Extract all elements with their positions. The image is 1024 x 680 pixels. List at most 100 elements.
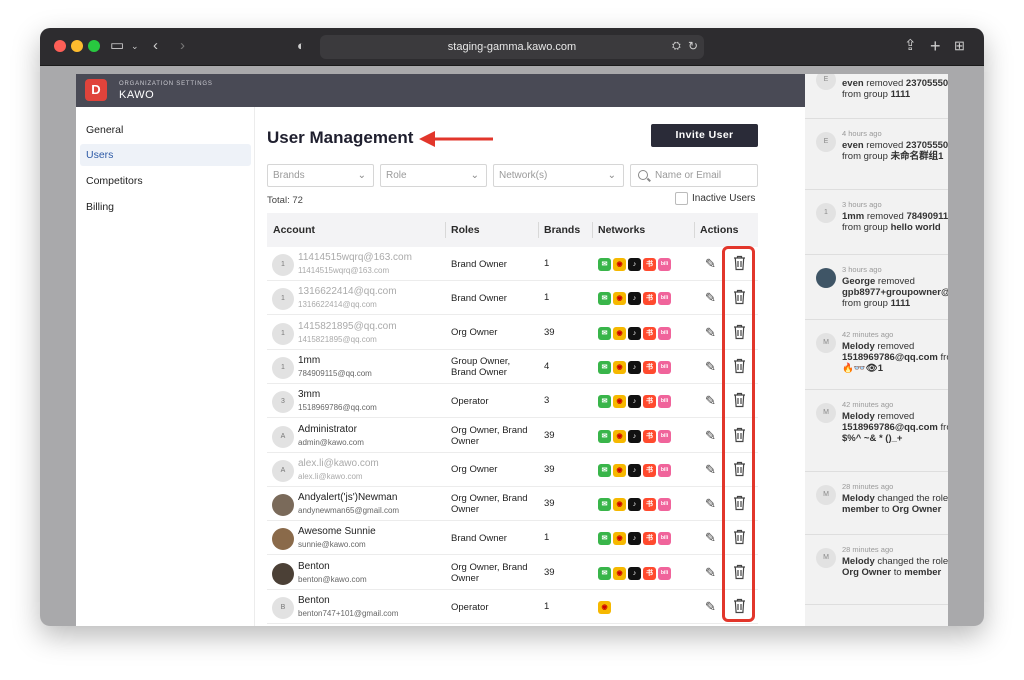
weibo-icon: ◉ bbox=[613, 395, 626, 409]
activity-time: 3 hours ago bbox=[842, 200, 882, 209]
douyin-icon: ♪ bbox=[628, 395, 641, 409]
chevron-down-icon[interactable]: ⌄ bbox=[131, 36, 139, 56]
activity-text: even removed 2370555065@qq.com from grou… bbox=[842, 140, 948, 162]
edit-icon[interactable]: ✎ bbox=[705, 325, 716, 341]
shield-icon[interactable]: ◐ bbox=[297, 36, 305, 56]
table-row: A Administrator admin@kawo.com Org Owner, B… bbox=[267, 419, 758, 453]
avatar: 1 bbox=[272, 288, 294, 311]
activity-item: M 42 minutes ago Melody removed 1518969786… bbox=[805, 390, 948, 472]
edit-icon[interactable]: ✎ bbox=[705, 290, 716, 306]
xiaohongshu-icon: 书 bbox=[643, 326, 656, 340]
weibo-icon: ◉ bbox=[613, 292, 626, 306]
brands-filter[interactable]: Brands ⌄ bbox=[267, 164, 374, 187]
wechat-icon: ✉ bbox=[598, 258, 611, 271]
wechat-icon: ✉ bbox=[598, 566, 611, 580]
chevron-down-icon: ⌄ bbox=[357, 170, 366, 181]
zoom-window-button[interactable] bbox=[88, 40, 100, 52]
activity-text: Melody removed 1518969786@qq.com from gr… bbox=[842, 341, 948, 374]
translate-icon[interactable]: ⛭ bbox=[672, 36, 681, 56]
user-brand-count: 39 bbox=[544, 429, 555, 441]
edit-icon[interactable]: ✎ bbox=[705, 599, 716, 615]
douyin-icon: ♪ bbox=[628, 532, 641, 546]
user-brand-count: 39 bbox=[544, 498, 555, 510]
table-row: Awesome Sunnie sunnie@kawo.com Brand Owner… bbox=[267, 521, 758, 556]
weibo-icon: ◉ bbox=[613, 360, 626, 374]
inactive-users-checkbox[interactable] bbox=[675, 192, 688, 205]
sidebar-item-users[interactable]: Users bbox=[80, 144, 251, 166]
avatar bbox=[272, 494, 294, 517]
user-name: 1mm bbox=[298, 354, 321, 366]
activity-item: 1 3 hours ago 1mm removed 784909115@qq.com… bbox=[805, 190, 948, 255]
xiaohongshu-icon: 书 bbox=[643, 258, 656, 271]
user-brand-count: 39 bbox=[544, 463, 555, 475]
close-window-button[interactable] bbox=[54, 40, 66, 52]
edit-icon[interactable]: ✎ bbox=[705, 462, 716, 478]
wechat-icon: ✉ bbox=[598, 292, 611, 306]
activity-time: 4 hours ago bbox=[842, 129, 882, 138]
user-email: 1316622414@qq.com bbox=[298, 300, 377, 310]
search-input[interactable]: Name or Email bbox=[630, 164, 758, 187]
share-icon[interactable]: ⇪ bbox=[904, 36, 917, 56]
column-actions: Actions bbox=[700, 224, 739, 236]
url-text: staging-gamma.kawo.com bbox=[447, 41, 577, 53]
browser-window: ▭ ⌄ ‹ › ◐ staging-gamma.kawo.com ⛭ ↻ ⇪ +… bbox=[40, 28, 984, 626]
avatar: M bbox=[816, 403, 836, 423]
user-email: benton747+101@gmail.com bbox=[298, 609, 399, 618]
activity-text: Melody removed 1518969786@qq.com from gr… bbox=[842, 411, 948, 444]
edit-icon[interactable]: ✎ bbox=[705, 530, 716, 546]
table-row: Aalex.li@kawo.com alex.li@kawo.com Org Own… bbox=[267, 453, 758, 487]
user-role: Group Owner, Brand Owner bbox=[451, 355, 511, 378]
edit-icon[interactable]: ✎ bbox=[705, 428, 716, 444]
column-brands[interactable]: Brands bbox=[544, 213, 580, 247]
networks-filter-label: Network(s) bbox=[499, 170, 548, 181]
address-bar[interactable]: staging-gamma.kawo.com bbox=[320, 35, 704, 59]
role-filter[interactable]: Role ⌄ bbox=[380, 164, 487, 187]
role-filter-label: Role bbox=[386, 170, 407, 181]
sidebar-item-competitors[interactable]: Competitors bbox=[80, 170, 251, 192]
reload-icon[interactable]: ↻ bbox=[688, 36, 698, 56]
user-brand-count: 1 bbox=[544, 601, 550, 612]
avatar: E bbox=[816, 74, 836, 90]
avatar: 1 bbox=[272, 322, 294, 345]
network-icons: ✉ ◉ ♪ 书 bili bbox=[598, 258, 671, 271]
user-name: Benton bbox=[298, 560, 330, 572]
user-brand-count: 1 bbox=[544, 532, 550, 544]
network-icons: ◉ bbox=[598, 601, 611, 614]
edit-icon[interactable]: ✎ bbox=[705, 256, 716, 272]
table-row: 1 11414515wqrq@163.com 11414515wqrq@163.co… bbox=[267, 247, 758, 281]
sidebar-item-billing[interactable]: Billing bbox=[80, 196, 251, 218]
edit-icon[interactable]: ✎ bbox=[705, 359, 716, 375]
table-row: B Benton benton747+101@gmail.com Operator 1 ◉… bbox=[267, 590, 758, 624]
activity-text: George removed gpb8977+groupowner@gmail.… bbox=[842, 276, 948, 309]
table-row: 1 1316622414@qq.com 1316622414@qq.com Brand… bbox=[267, 281, 758, 316]
invite-user-button[interactable]: Invite User bbox=[651, 124, 758, 147]
user-role: Operator bbox=[451, 395, 489, 407]
table-row: Benton benton@kawo.com Org Owner, Brand Ow… bbox=[267, 556, 758, 590]
inactive-users-toggle[interactable]: Inactive Users bbox=[675, 192, 755, 205]
minimize-window-button[interactable] bbox=[71, 40, 83, 52]
search-placeholder: Name or Email bbox=[655, 170, 722, 181]
page-backdrop: D ORGANIZATION SETTINGS KAWO ✕ General U… bbox=[40, 66, 984, 626]
activity-text: Melody changed the role of 1mm from Org … bbox=[842, 556, 948, 578]
back-icon[interactable]: ‹ bbox=[153, 36, 158, 56]
edit-icon[interactable]: ✎ bbox=[705, 393, 716, 409]
bilibili-icon: bili bbox=[658, 532, 671, 546]
column-account[interactable]: Account bbox=[273, 213, 315, 247]
sidebar-item-general[interactable]: General bbox=[80, 119, 251, 141]
column-roles[interactable]: Roles bbox=[451, 213, 480, 247]
user-email: alex.li@kawo.com bbox=[298, 471, 363, 481]
xiaohongshu-icon: 书 bbox=[643, 463, 656, 477]
avatar: M bbox=[816, 485, 836, 505]
sidebar-toggle-icon[interactable]: ▭ bbox=[110, 36, 124, 56]
networks-filter[interactable]: Network(s) ⌄ bbox=[493, 164, 624, 187]
wechat-icon: ✉ bbox=[598, 326, 611, 340]
tab-overview-icon[interactable]: ⊞ bbox=[954, 36, 965, 56]
edit-icon[interactable]: ✎ bbox=[705, 496, 716, 512]
avatar: M bbox=[816, 333, 836, 353]
kawo-logo-icon: D bbox=[85, 79, 107, 101]
new-tab-icon[interactable]: + bbox=[930, 36, 941, 56]
user-email: 11414515wqrq@163.com bbox=[298, 266, 390, 275]
forward-icon[interactable]: › bbox=[180, 36, 185, 56]
edit-icon[interactable]: ✎ bbox=[705, 565, 716, 581]
user-email: admin@kawo.com bbox=[298, 437, 364, 447]
